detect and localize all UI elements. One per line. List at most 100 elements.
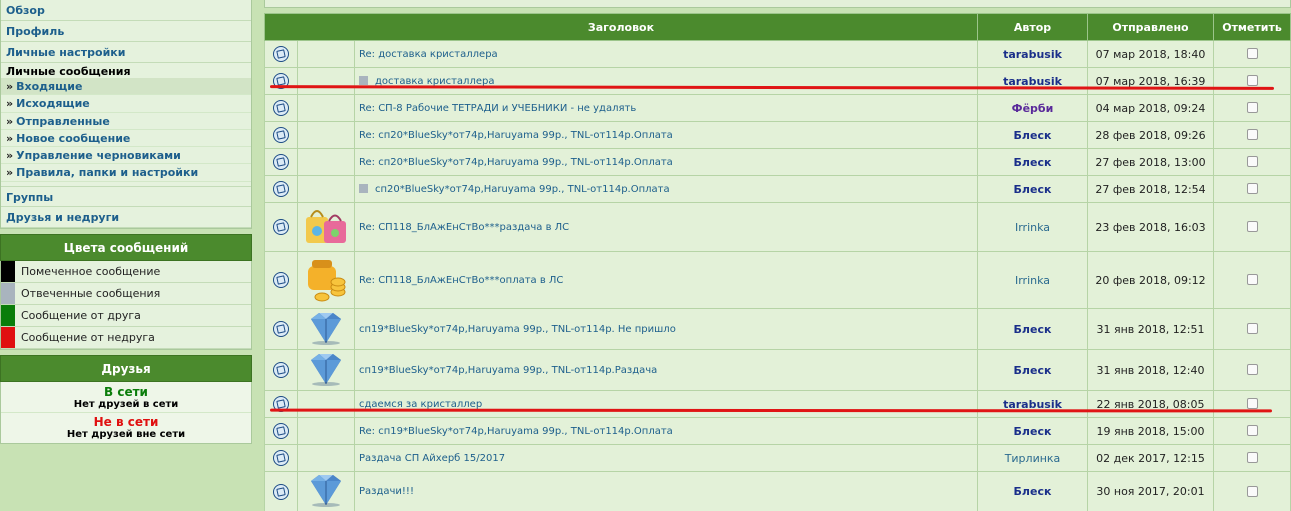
message-title-cell: Re: сп19*BlueSky*от74р,Haruyama 99р., TN… bbox=[354, 417, 978, 445]
mark-checkbox[interactable] bbox=[1246, 156, 1258, 168]
message-read-icon bbox=[273, 450, 289, 466]
pm-submenu: » Входящие» Исходящие» Отправленные» Новое с… bbox=[1, 78, 251, 182]
mark-checkbox[interactable] bbox=[1246, 364, 1258, 376]
mark-checkbox[interactable] bbox=[1246, 274, 1258, 286]
nav-profile[interactable]: Профиль bbox=[1, 21, 251, 42]
message-date: 27 фев 2018, 13:00 bbox=[1087, 148, 1214, 176]
col-title-header[interactable]: Заголовок bbox=[264, 13, 978, 41]
table-row: Re: СП118_БлАжЕнСтВо***оплата в ЛС Irrink… bbox=[264, 251, 1291, 309]
mark-checkbox[interactable] bbox=[1246, 221, 1258, 233]
nav-friends-foes[interactable]: Друзья и недруги bbox=[1, 207, 251, 228]
col-mark-header: Отметить bbox=[1213, 13, 1291, 41]
pm-item[interactable]: » Входящие bbox=[1, 78, 251, 96]
message-author-link[interactable]: Блеск bbox=[977, 417, 1088, 445]
message-title-link[interactable]: сп19*BlueSky*от74р,Haruyama 99р., TNL-от… bbox=[359, 365, 657, 376]
message-title-link[interactable]: Re: СП-8 Рабочие ТЕТРАДИ и УЧЕБНИКИ - не… bbox=[359, 103, 636, 114]
color-swatch bbox=[1, 304, 15, 326]
message-author-link[interactable]: Блеск bbox=[977, 471, 1088, 511]
message-title-link[interactable]: сп19*BlueSky*от74р,Haruyama 99р., TNL-от… bbox=[359, 324, 676, 335]
message-date: 30 ноя 2017, 20:01 bbox=[1087, 471, 1214, 511]
message-colors-title: Цвета сообщений bbox=[0, 233, 252, 261]
message-title-link[interactable]: Re: СП118_БлАжЕнСтВо***раздача в ЛС bbox=[359, 222, 569, 233]
message-author-link[interactable]: tarabusik bbox=[977, 390, 1088, 418]
pm-item[interactable]: » Новое сообщение bbox=[1, 130, 251, 148]
message-title-link[interactable]: Раздачи!!! bbox=[359, 486, 414, 497]
table-header-row: Заголовок Автор Отправлено Отметить bbox=[264, 13, 1291, 41]
col-author-header[interactable]: Автор bbox=[977, 13, 1088, 41]
message-status-cell bbox=[264, 417, 298, 445]
message-author-link[interactable]: Фёрби bbox=[977, 94, 1088, 122]
table-row: сп20*BlueSky*от74р,Haruyama 99р., TNL-от… bbox=[264, 175, 1291, 203]
message-icon-cell bbox=[297, 251, 355, 309]
arrow-icon: » bbox=[6, 166, 14, 180]
nav-personal-settings[interactable]: Личные настройки bbox=[1, 42, 251, 63]
message-title-link[interactable]: Re: сп20*BlueSky*от74р,Haruyama 99р., TN… bbox=[359, 130, 673, 141]
mark-checkbox[interactable] bbox=[1246, 102, 1258, 114]
nav-overview[interactable]: Обзор bbox=[1, 0, 251, 21]
bags-icon bbox=[302, 209, 350, 250]
message-author-link[interactable]: tarabusik bbox=[977, 40, 1088, 68]
message-title-link[interactable]: Re: сп20*BlueSky*от74р,Haruyama 99р., TN… bbox=[359, 157, 673, 168]
table-row: Раздача СП Айхерб 15/2017 Тирлинка 02 дек … bbox=[264, 444, 1291, 472]
table-row: Re: СП118_БлАжЕнСтВо***раздача в ЛС Irrin… bbox=[264, 202, 1291, 252]
message-status-cell bbox=[264, 94, 298, 122]
mark-checkbox[interactable] bbox=[1246, 452, 1258, 464]
diamond-icon bbox=[303, 475, 349, 510]
mark-checkbox[interactable] bbox=[1246, 75, 1258, 87]
arrow-icon: » bbox=[6, 80, 14, 93]
top-strip bbox=[264, 0, 1291, 8]
message-title-cell: Раздача СП Айхерб 15/2017 bbox=[354, 444, 978, 472]
message-author-link[interactable]: Блеск bbox=[977, 308, 1088, 350]
message-read-icon bbox=[273, 362, 289, 378]
mark-checkbox[interactable] bbox=[1246, 398, 1258, 410]
message-title-cell: Re: сп20*BlueSky*от74р,Haruyama 99р., TN… bbox=[354, 121, 978, 149]
message-date: 27 фев 2018, 12:54 bbox=[1087, 175, 1214, 203]
message-date: 23 фев 2018, 16:03 bbox=[1087, 202, 1214, 252]
pm-item[interactable]: » Правила, папки и настройки bbox=[1, 164, 251, 182]
message-title-cell: сп20*BlueSky*от74р,Haruyama 99р., TNL-от… bbox=[354, 175, 978, 203]
mark-checkbox[interactable] bbox=[1246, 183, 1258, 195]
pm-item[interactable]: » Исходящие bbox=[1, 95, 251, 113]
message-author-link[interactable]: Тирлинка bbox=[977, 444, 1088, 472]
col-sent-header[interactable]: Отправлено bbox=[1087, 13, 1214, 41]
offline-label: Не в сети bbox=[93, 414, 159, 429]
replied-marker-icon bbox=[359, 75, 368, 85]
message-icon-cell bbox=[297, 444, 355, 472]
pm-item[interactable]: » Управление черновиками bbox=[1, 147, 251, 165]
message-author-link[interactable]: Блеск bbox=[977, 148, 1088, 176]
message-title-link[interactable]: Раздача СП Айхерб 15/2017 bbox=[359, 453, 505, 464]
message-title-link[interactable]: Re: доставка кристаллера bbox=[359, 49, 498, 60]
mark-checkbox[interactable] bbox=[1246, 323, 1258, 335]
message-date: 20 фев 2018, 09:12 bbox=[1087, 251, 1214, 309]
message-icon-cell bbox=[297, 67, 355, 95]
arrow-icon: » bbox=[6, 131, 14, 145]
message-status-cell bbox=[264, 121, 298, 149]
mark-checkbox[interactable] bbox=[1246, 129, 1258, 141]
color-swatch bbox=[1, 326, 15, 348]
message-icon-cell bbox=[297, 40, 355, 68]
message-author-link[interactable]: Блеск bbox=[977, 175, 1088, 203]
nav-groups[interactable]: Группы bbox=[1, 185, 251, 207]
message-title-link[interactable]: сп20*BlueSky*от74р,Haruyama 99р., TNL-от… bbox=[375, 184, 670, 195]
message-icon-cell bbox=[297, 417, 355, 445]
replied-marker-icon bbox=[359, 183, 368, 193]
mark-checkbox[interactable] bbox=[1246, 48, 1258, 60]
message-author-link[interactable]: Irrinka bbox=[977, 251, 1088, 309]
message-author-link[interactable]: tarabusik bbox=[977, 67, 1088, 95]
message-date: 04 мар 2018, 09:24 bbox=[1087, 94, 1214, 122]
mark-checkbox[interactable] bbox=[1246, 425, 1258, 437]
message-author-link[interactable]: Блеск bbox=[977, 121, 1088, 149]
color-legend-item: Сообщение от друга bbox=[1, 304, 251, 327]
pm-item-label: Правила, папки и настройки bbox=[16, 166, 199, 180]
message-author-link[interactable]: Блеск bbox=[977, 349, 1088, 391]
pm-item[interactable]: » Отправленные bbox=[1, 113, 251, 130]
mark-checkbox[interactable] bbox=[1246, 485, 1258, 497]
message-status-cell bbox=[264, 251, 298, 309]
message-read-icon bbox=[273, 100, 289, 116]
message-read-icon bbox=[273, 127, 289, 143]
mark-cell bbox=[1213, 349, 1291, 391]
message-author-link[interactable]: Irrinka bbox=[977, 202, 1088, 252]
mark-cell bbox=[1213, 444, 1291, 472]
message-title-link[interactable]: Re: сп19*BlueSky*от74р,Haruyama 99р., TN… bbox=[359, 426, 673, 437]
message-title-link[interactable]: Re: СП118_БлАжЕнСтВо***оплата в ЛС bbox=[359, 275, 563, 286]
